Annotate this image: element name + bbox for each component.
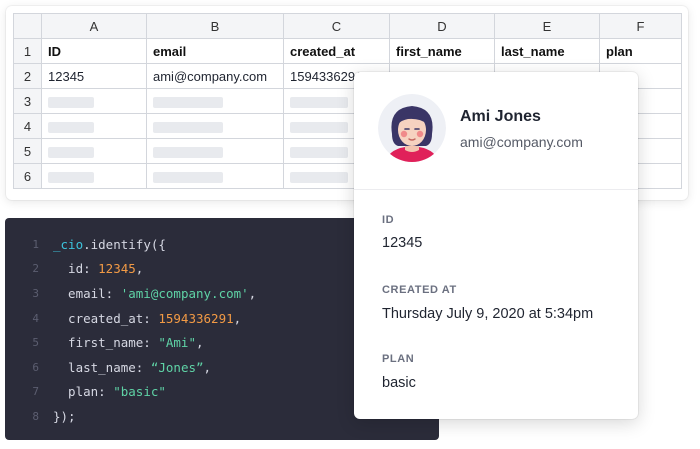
row-header[interactable]: 5 [13,138,42,164]
column-header-d[interactable]: D [389,13,495,39]
code-token: last_name: [53,359,151,375]
table-row: 1 ID email created_at first_name last_na… [13,38,682,64]
placeholder-bar [48,121,94,133]
code-token: }); [53,408,76,424]
row-header[interactable]: 4 [13,113,42,139]
column-header-c[interactable]: C [283,13,390,39]
line-number: 2 [32,262,39,276]
code-token: _cio [53,236,84,252]
table-cell[interactable] [146,113,284,139]
column-header-f[interactable]: F [599,13,682,39]
placeholder-bar [48,146,94,158]
code-token: created_at: [53,310,159,326]
line-number: 7 [32,385,39,399]
code-token: 'ami@company.com' [120,285,249,301]
corner-cell[interactable] [13,13,42,39]
cell-a2[interactable]: 12345 [41,63,147,89]
row-header[interactable]: 3 [13,88,42,114]
table-cell[interactable] [41,113,147,139]
placeholder-bar [153,146,223,158]
avatar [378,94,446,162]
code-token: .identify({ [83,236,166,252]
code-token: id: [53,261,99,277]
placeholder-bar [153,121,223,133]
plan-label: PLAN [382,353,415,365]
table-cell[interactable] [41,88,147,114]
profile-card: Ami Jones ami@company.com ID 12345 CREAT… [354,72,638,419]
code-token: email: [53,285,121,301]
code-token: 1594336291 [158,310,234,326]
code-token: first_name: [53,335,159,351]
placeholder-bar [290,121,348,133]
created-at-value: Thursday July 9, 2020 at 5:34pm [382,306,594,322]
line-number: 5 [32,336,39,350]
cell-b2[interactable]: ami@company.com [146,63,284,89]
code-token: , [196,335,204,351]
column-header-row: A B C D E F [13,13,682,39]
column-header-b[interactable]: B [146,13,284,39]
placeholder-bar [290,96,348,108]
code-token: "basic" [113,384,166,400]
cell-d1[interactable]: first_name [389,38,495,64]
code-token: , [248,285,257,301]
row-header[interactable]: 2 [13,63,42,89]
placeholder-bar [153,171,223,183]
line-number: 3 [32,286,39,300]
column-header-a[interactable]: A [41,13,147,39]
placeholder-bar [290,146,348,158]
table-cell[interactable] [41,163,147,189]
table-cell[interactable] [41,138,147,164]
line-number: 4 [32,311,39,325]
table-cell[interactable] [146,138,284,164]
id-value: 12345 [382,235,423,251]
code-token: , [233,310,242,326]
profile-header: Ami Jones ami@company.com [354,72,638,190]
row-header[interactable]: 1 [13,38,42,64]
code-token: , [135,261,144,277]
line-number: 1 [32,237,39,251]
id-label: ID [382,214,395,226]
profile-name: Ami Jones [460,108,541,125]
column-header-e[interactable]: E [494,13,600,39]
code-token: "Ami" [158,335,196,351]
cell-e1[interactable]: last_name [494,38,600,64]
table-cell[interactable] [146,88,284,114]
row-header[interactable]: 6 [13,163,42,189]
placeholder-bar [290,171,348,183]
cell-a1[interactable]: ID [41,38,147,64]
code-token: 12345 [98,261,136,277]
created-at-label: CREATED AT [382,284,457,296]
cell-b1[interactable]: email [146,38,284,64]
cell-c1[interactable]: created_at [283,38,390,64]
placeholder-bar [48,96,94,108]
placeholder-bar [153,96,223,108]
cell-f1[interactable]: plan [599,38,682,64]
avatar-illustration-icon [378,94,446,162]
code-token: plan: [53,384,114,400]
line-number: 8 [32,409,39,423]
table-cell[interactable] [146,163,284,189]
code-token: , [203,359,212,375]
placeholder-bar [48,171,94,183]
plan-value: basic [382,375,416,391]
profile-email: ami@company.com [460,134,583,150]
code-token: “Jones” [150,359,204,375]
line-number: 6 [32,360,39,374]
